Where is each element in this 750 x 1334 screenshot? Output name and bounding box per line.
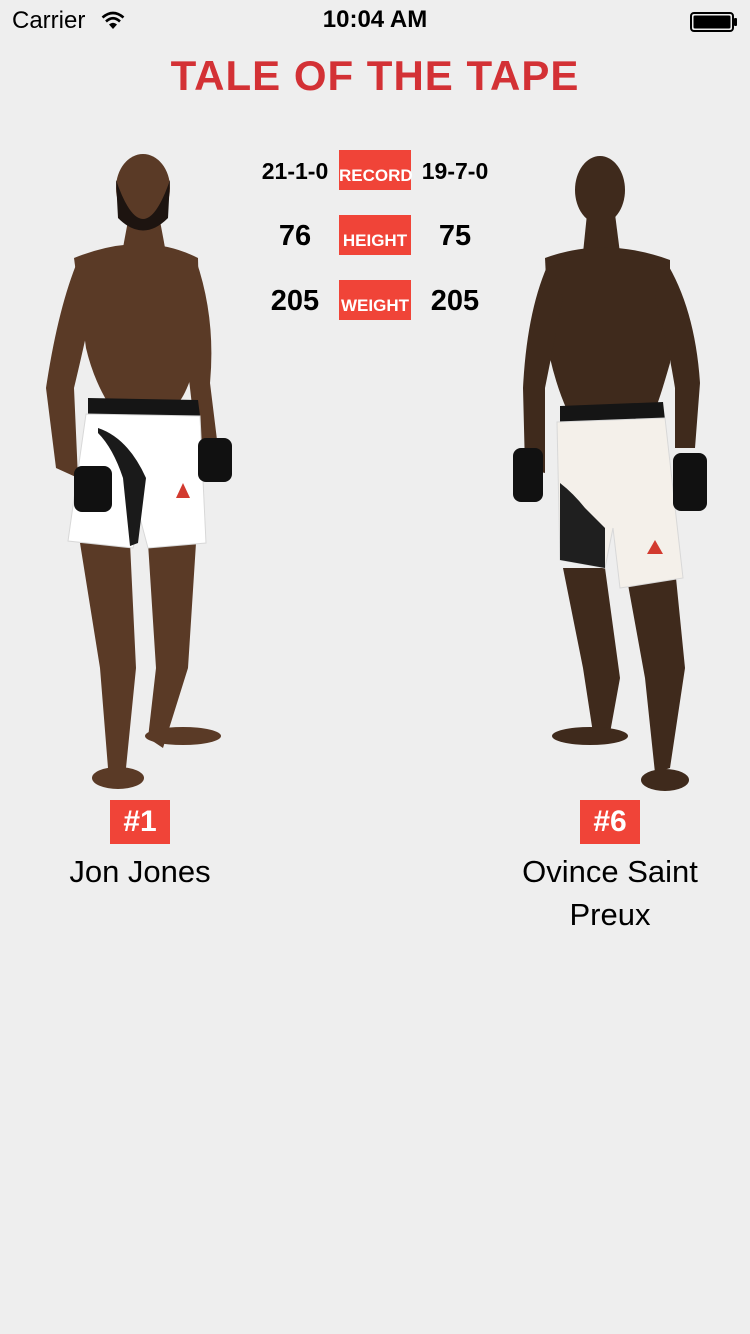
- stat-row-height: 76 HEIGHT 75: [250, 215, 500, 257]
- left-record-value: 21-1-0: [261, 158, 329, 184]
- stat-row-weight: 205 WEIGHT 205: [250, 280, 500, 322]
- weight-label: WEIGHT: [339, 280, 411, 320]
- status-bar: Carrier 10:04 AM: [0, 0, 750, 40]
- fighter-left-photo[interactable]: [38, 148, 238, 793]
- right-record-value: 19-7-0: [421, 158, 489, 184]
- right-weight-value: 205: [430, 285, 480, 317]
- left-height-value: 76: [278, 220, 312, 252]
- right-height-value: 75: [438, 220, 472, 252]
- record-label: RECORD: [339, 150, 413, 190]
- stat-row-record: 21-1-0 RECORD 19-7-0: [250, 150, 500, 192]
- left-rank-badge: #1: [110, 800, 170, 844]
- left-fighter-name[interactable]: Jon Jones: [10, 850, 270, 893]
- page-title: TALE OF THE TAPE: [170, 52, 580, 99]
- battery-icon: [690, 12, 737, 32]
- right-rank-badge: #6: [580, 800, 640, 844]
- fighter-right-photo[interactable]: [505, 148, 720, 793]
- height-label: HEIGHT: [339, 215, 411, 255]
- left-weight-value: 205: [270, 285, 320, 317]
- right-fighter-name[interactable]: Ovince Saint Preux: [480, 850, 740, 936]
- clock: 10:04 AM: [322, 6, 428, 33]
